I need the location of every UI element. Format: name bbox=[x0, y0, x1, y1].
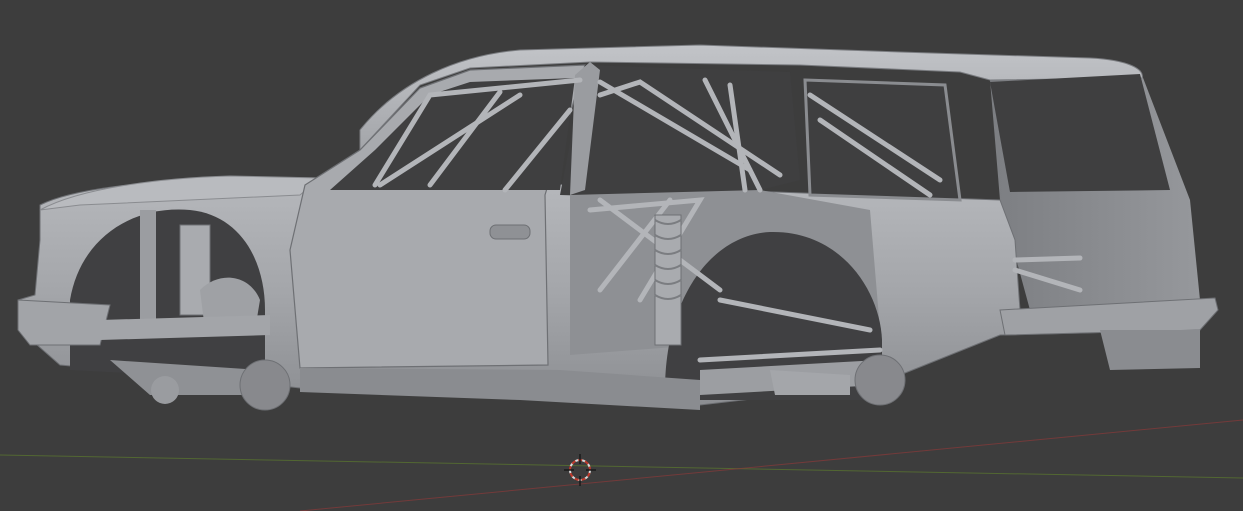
door-handle bbox=[489, 224, 531, 240]
grid-floor bbox=[0, 419, 1243, 511]
front-tie-rod-end bbox=[151, 376, 179, 404]
rear-coilover bbox=[654, 214, 682, 346]
x-axis-line bbox=[299, 419, 1243, 511]
viewport-canvas[interactable] bbox=[0, 0, 1243, 511]
front-hub bbox=[239, 359, 291, 411]
rear-glass-opening bbox=[990, 74, 1170, 192]
front-coilover bbox=[140, 210, 156, 330]
front-bumper bbox=[17, 299, 111, 346]
y-axis-line bbox=[0, 454, 1243, 479]
3d-viewport[interactable] bbox=[0, 0, 1243, 511]
3d-cursor-icon[interactable] bbox=[564, 454, 596, 486]
rear-hub bbox=[854, 354, 906, 406]
rear-mudflap bbox=[1100, 330, 1200, 370]
